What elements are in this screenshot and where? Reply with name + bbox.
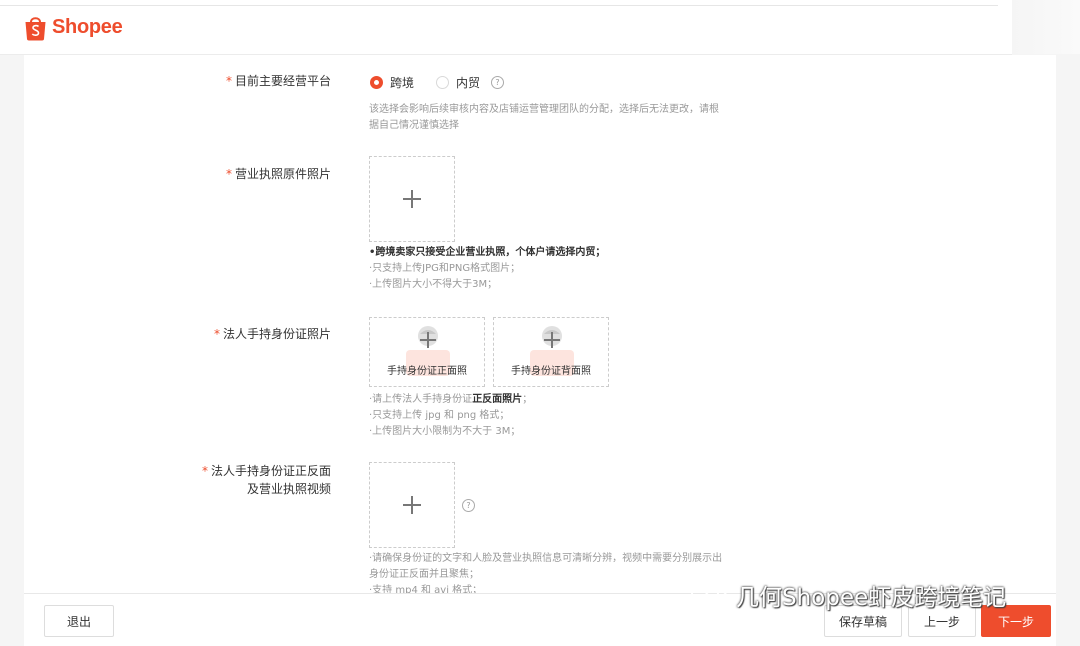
id-back-caption: 手持身份证背面照 xyxy=(511,366,591,377)
top-header: Shopee xyxy=(0,0,1012,55)
platform-hint: 该选择会影响后续审核内容及店铺运营管理团队的分配，选择后无法更改，请根 据自己情… xyxy=(369,102,719,134)
plus-icon xyxy=(420,332,436,348)
license-hint: •跨境卖家只接受企业营业执照，个体户请选择内贸； ·只支持上传JPG和PNG格式… xyxy=(369,245,605,293)
header-divider xyxy=(0,5,998,6)
form-card: * 目前主要经营平台 跨境 内贸 ? 该选择会影响后续审核内容及店铺运营管理团队的… xyxy=(24,55,1056,645)
question-icon[interactable]: ? xyxy=(491,76,505,89)
platform-label-text: 目前主要经营平台 xyxy=(234,74,331,88)
platform-label: * 目前主要经营平台 xyxy=(226,73,331,89)
question-icon[interactable]: ? xyxy=(462,499,475,512)
plus-icon xyxy=(544,332,560,348)
hint-line: ·上传图片大小不得大于3M； xyxy=(369,279,498,290)
plus-icon xyxy=(403,496,421,514)
hint-line: 该选择会影响后续审核内容及店铺运营管理团队的分配，选择后无法更改，请根 xyxy=(369,104,719,115)
hint-line: ·请确保身份证的文字和人脸及营业执照信息可清晰分辨，视频中需要分别展示出 xyxy=(369,553,723,564)
id-photo-label-text: 法人手持身份证照片 xyxy=(222,327,331,341)
exit-button[interactable]: 退出 xyxy=(44,605,114,637)
hint-line: 据自己情况谨慎选择 xyxy=(369,120,459,131)
required-mark: * xyxy=(225,74,232,88)
wechat-icon xyxy=(691,582,728,608)
hint-bold: 正反面照片 xyxy=(472,394,523,405)
license-upload-box[interactable] xyxy=(369,156,455,242)
id-front-caption: 手持身份证正面照 xyxy=(387,366,467,377)
hint-line: ·只支持上传 jpg 和 png 格式； xyxy=(369,410,510,421)
shopee-bag-icon xyxy=(25,17,46,41)
video-label: * 法人手持身份证正反面 及营业执照视频 xyxy=(202,463,331,497)
plus-icon xyxy=(403,190,421,208)
id-front-upload-box[interactable]: 手持身份证正面照 xyxy=(369,317,485,387)
watermark-text: 几何Shopee虾皮跨境笔记 xyxy=(736,585,1007,611)
platform-radio-group: 跨境 内贸 ? xyxy=(370,74,505,91)
brand-name: Shopee xyxy=(52,16,123,38)
required-mark: * xyxy=(225,167,232,181)
hint-line: ·上传图片大小限制为不大于 3M； xyxy=(369,426,521,437)
id-photo-hint: ·请上传法人手持身份证正反面照片； ·只支持上传 jpg 和 png 格式； ·… xyxy=(369,392,532,440)
video-label-line: 及营业执照视频 xyxy=(246,482,331,496)
id-back-upload-box[interactable]: 手持身份证背面照 xyxy=(493,317,609,387)
required-mark: * xyxy=(201,464,208,478)
hint-text: ·请上传法人手持身份证 xyxy=(369,394,473,405)
hint-line: ·只支持上传JPG和PNG格式图片； xyxy=(369,263,521,274)
radio-checked-icon[interactable] xyxy=(370,76,383,89)
wechat-watermark: 几何Shopee虾皮跨境笔记 xyxy=(690,578,1006,612)
id-photo-label: * 法人手持身份证照片 xyxy=(214,326,331,342)
radio-unchecked-icon[interactable] xyxy=(436,76,450,89)
license-label: * 营业执照原件照片 xyxy=(226,166,331,182)
radio-label: 内贸 xyxy=(456,76,481,90)
hint-line: ·请上传法人手持身份证正反面照片； xyxy=(369,392,532,408)
hint-bold-line: •跨境卖家只接受企业营业执照，个体户请选择内贸； xyxy=(369,247,606,258)
hint-line: 身份证正反面并且聚焦； xyxy=(369,569,479,580)
radio-option-cross-border[interactable]: 跨境 xyxy=(370,74,414,91)
license-label-text: 营业执照原件照片 xyxy=(234,167,331,181)
hint-text: ； xyxy=(522,394,533,405)
required-mark: * xyxy=(213,327,220,341)
video-hint: ·请确保身份证的文字和人脸及营业执照信息可清晰分辨，视频中需要分别展示出 身份证… xyxy=(369,551,722,599)
radio-label: 跨境 xyxy=(390,76,415,90)
shopee-logo[interactable]: Shopee xyxy=(24,14,123,41)
video-upload-box[interactable] xyxy=(369,462,455,548)
corner-area xyxy=(1012,0,1080,54)
radio-option-domestic[interactable]: 内贸 ? xyxy=(436,74,505,91)
video-label-line: 法人手持身份证正反面 xyxy=(210,464,331,478)
